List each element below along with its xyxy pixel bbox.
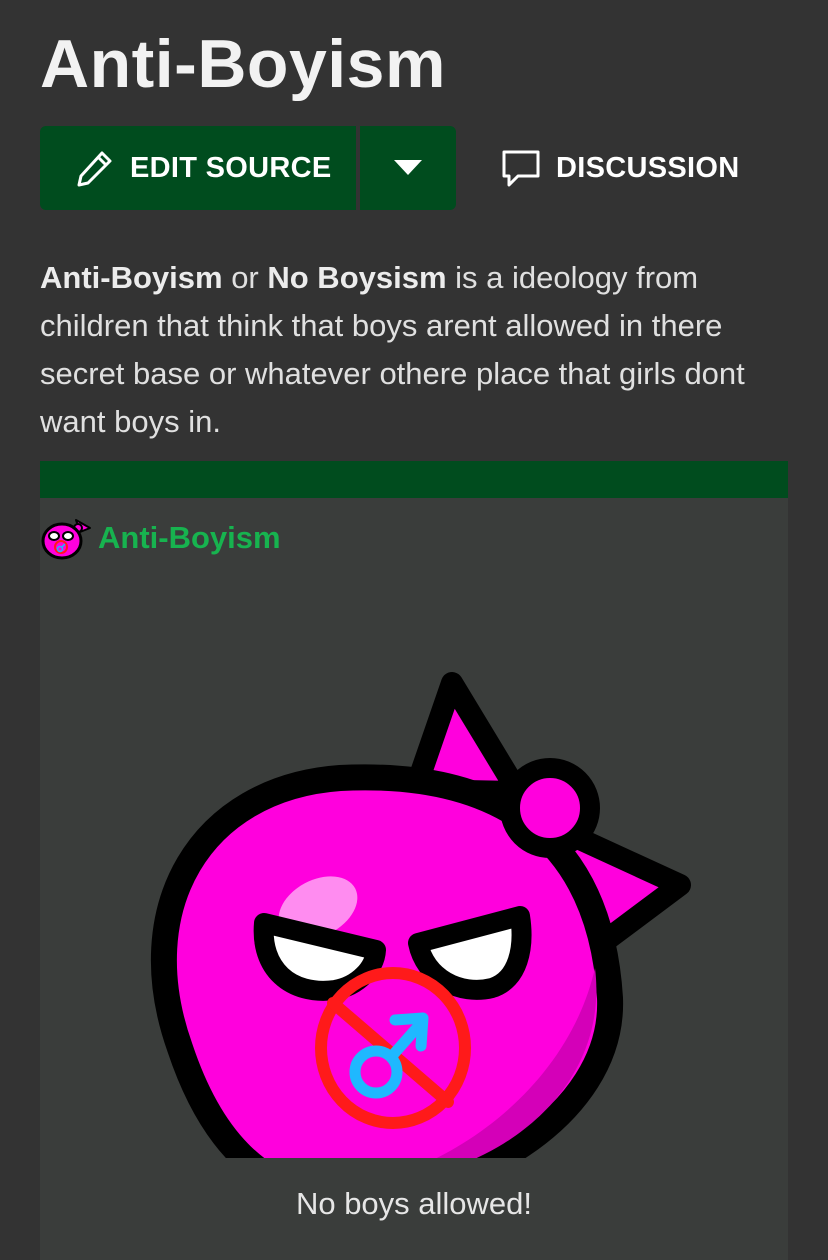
intro-paragraph: Anti-Boyism or No Boysism is a ideology … — [40, 254, 800, 446]
anti-boyism-ball-image — [140, 578, 720, 1212]
page-toolbar: EDIT SOURCE DISCUSSION — [40, 126, 739, 210]
infobox-header — [40, 461, 788, 498]
pencil-icon — [74, 147, 116, 189]
intro-connector: or — [222, 260, 268, 295]
intro-term-anti-boyism: Anti-Boyism — [40, 260, 223, 295]
edit-source-button[interactable]: EDIT SOURCE — [40, 126, 356, 210]
page-title: Anti-Boyism — [40, 26, 446, 102]
infobox-title-link[interactable]: Anti-Boyism — [98, 520, 281, 556]
edit-source-label: EDIT SOURCE — [130, 151, 332, 184]
infobox-caption: No boys allowed! — [295, 1186, 533, 1221]
infobox-titlebar: Anti-Boyism — [40, 514, 281, 562]
edit-dropdown-button[interactable] — [360, 126, 456, 210]
anti-boyism-ball-icon — [40, 514, 92, 562]
speech-bubble-icon — [500, 147, 542, 189]
infobox: Anti-Boyism No boys allowed! — [40, 498, 788, 1260]
intro-term-no-boysism: No Boysism — [267, 260, 447, 295]
discussion-button[interactable]: DISCUSSION — [500, 126, 739, 210]
discussion-label: DISCUSSION — [556, 151, 740, 184]
chevron-down-icon — [392, 158, 424, 178]
